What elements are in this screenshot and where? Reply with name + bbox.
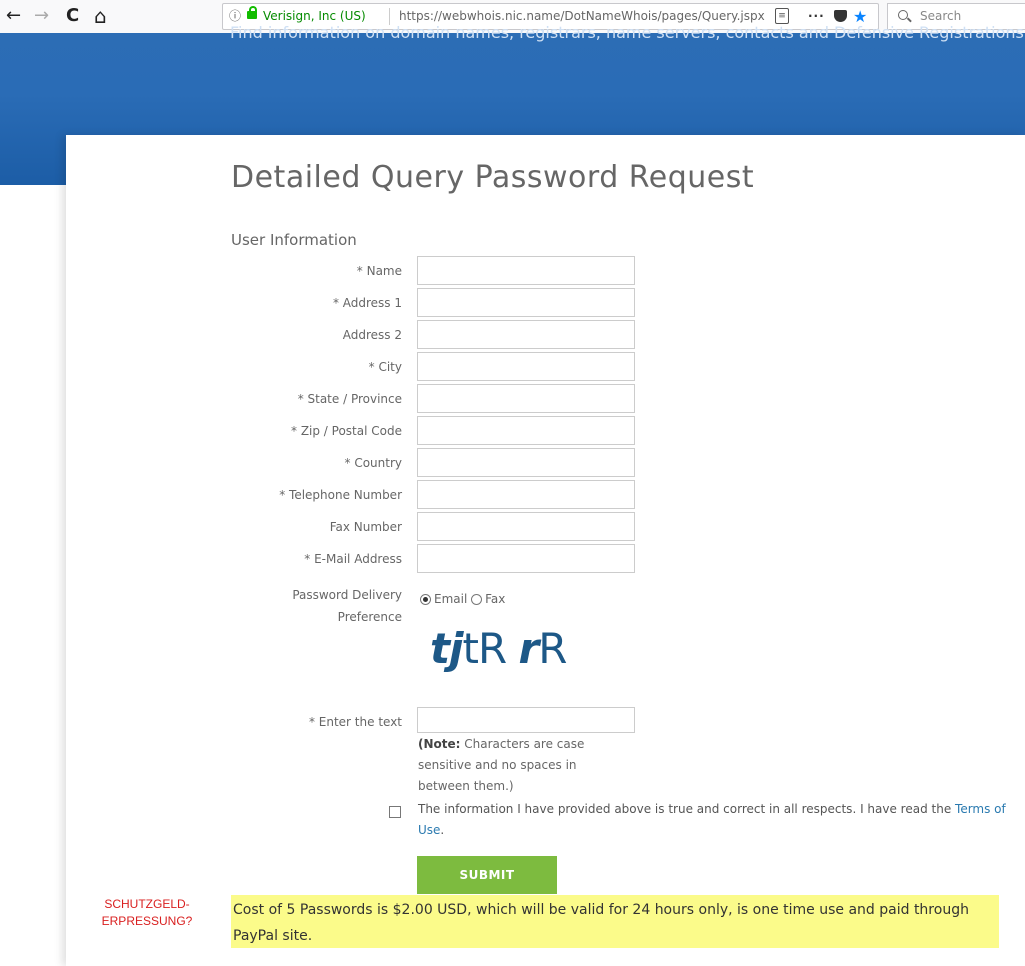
home-icon[interactable]: ⌂ bbox=[94, 4, 107, 28]
fax-radio[interactable] bbox=[471, 594, 483, 605]
terms-end: . bbox=[440, 823, 445, 837]
country-field[interactable] bbox=[417, 448, 635, 477]
city-label: * City bbox=[368, 360, 402, 374]
address1-label: * Address 1 bbox=[332, 296, 402, 310]
delivery-preference-label-line1: Password Delivery bbox=[292, 588, 402, 602]
banner-text: Find information on domain names, regist… bbox=[230, 23, 1024, 42]
captcha-note: (Note: Characters are case sensitive and… bbox=[418, 734, 608, 797]
telephone-field[interactable] bbox=[417, 480, 635, 509]
captcha-label: * Enter the text bbox=[308, 715, 402, 729]
delivery-preference-label: Password Delivery Preference bbox=[260, 584, 402, 628]
search-icon bbox=[898, 10, 908, 20]
lock-icon bbox=[247, 6, 257, 19]
note-bold: (Note: bbox=[418, 737, 461, 751]
captcha-text-part-1: tj bbox=[430, 624, 463, 673]
email-radio-label: Email bbox=[434, 592, 468, 606]
terms-statement: The information I have provided above is… bbox=[418, 799, 1018, 841]
email-label: * E-Mail Address bbox=[304, 552, 402, 566]
submit-button[interactable]: SUBMIT bbox=[417, 856, 557, 894]
zip-label: * Zip / Postal Code bbox=[291, 424, 402, 438]
annotation-line1: SCHUTZGELD- bbox=[104, 897, 190, 911]
fax-field[interactable] bbox=[417, 512, 635, 541]
address1-field[interactable] bbox=[417, 288, 635, 317]
address2-field[interactable] bbox=[417, 320, 635, 349]
cost-highlight: Cost of 5 Passwords is $2.00 USD, which … bbox=[231, 895, 999, 948]
terms-text: The information I have provided above is… bbox=[418, 802, 956, 816]
name-label: * Name bbox=[356, 264, 402, 278]
country-label: * Country bbox=[344, 456, 403, 470]
fax-radio-label: Fax bbox=[485, 592, 506, 606]
captcha-input[interactable] bbox=[417, 707, 635, 733]
address2-label: Address 2 bbox=[342, 328, 402, 342]
captcha-text-part-4: R bbox=[538, 624, 567, 673]
zip-field[interactable] bbox=[417, 416, 635, 445]
captcha-image: tjtR rR bbox=[430, 624, 567, 673]
annotation-note: SCHUTZGELD- ERPRESSUNG? bbox=[92, 896, 202, 930]
city-field[interactable] bbox=[417, 352, 635, 381]
page-title: Detailed Query Password Request bbox=[231, 160, 755, 195]
state-label: * State / Province bbox=[297, 392, 402, 406]
reader-view-icon[interactable]: ≡ bbox=[775, 8, 789, 24]
telephone-label: * Telephone Number bbox=[279, 488, 402, 502]
email-field[interactable] bbox=[417, 544, 635, 573]
delivery-preference-label-line2: Preference bbox=[337, 610, 402, 624]
terms-checkbox[interactable] bbox=[389, 806, 401, 818]
name-field[interactable] bbox=[417, 256, 635, 285]
back-icon[interactable]: ← bbox=[6, 4, 21, 28]
annotation-line2: ERPRESSUNG? bbox=[101, 914, 193, 928]
section-title: User Information bbox=[231, 231, 357, 249]
email-radio[interactable] bbox=[420, 594, 431, 605]
forward-icon[interactable]: → bbox=[34, 4, 49, 28]
delivery-preference-radios: Email Fax bbox=[420, 592, 505, 606]
state-field[interactable] bbox=[417, 384, 635, 413]
captcha-text-part-2: tR bbox=[462, 624, 519, 673]
reload-icon[interactable]: C bbox=[66, 4, 79, 28]
pocket-icon[interactable] bbox=[834, 10, 847, 22]
fax-label: Fax Number bbox=[329, 520, 402, 534]
captcha-text-part-3: r bbox=[518, 624, 540, 673]
